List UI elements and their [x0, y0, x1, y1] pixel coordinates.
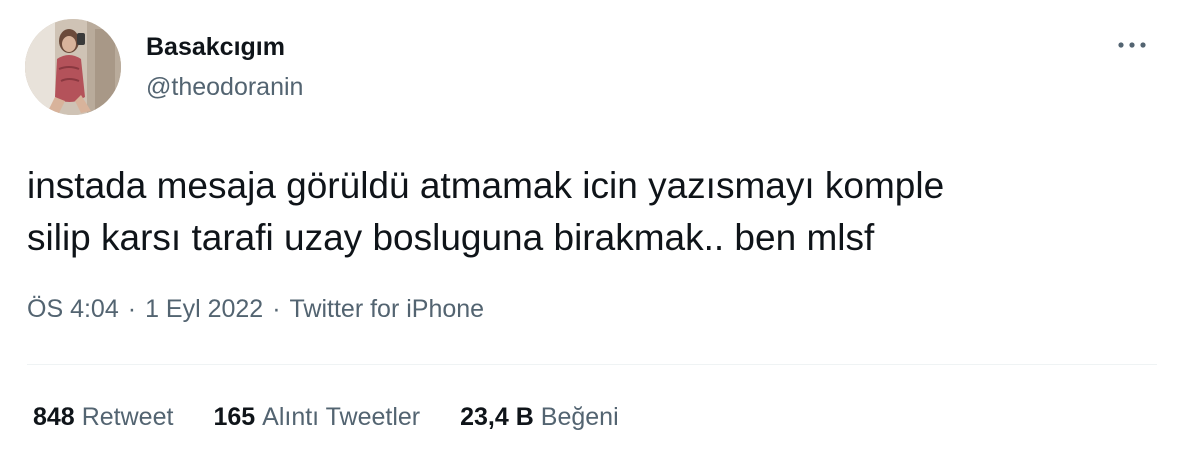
user-handle[interactable]: @theodoranin [146, 73, 303, 102]
likes-label: Beğeni [540, 403, 619, 431]
tweet-time[interactable]: ÖS 4:04 [27, 295, 119, 324]
tweet-metadata: ÖS 4:04 · 1 Eyl 2022 · Twitter for iPhone [27, 295, 484, 324]
avatar-image [25, 19, 121, 115]
display-name[interactable]: Basakcıgım [146, 33, 285, 62]
retweets-label: Retweet [81, 403, 174, 431]
divider [27, 364, 1157, 365]
tweet-stats: 848 Retweet 165 Alıntı Tweetler 23,4 B Beğe… [33, 403, 659, 432]
meta-separator: · [272, 295, 281, 323]
retweets-count: 848 [33, 403, 75, 431]
avatar[interactable] [25, 19, 121, 115]
more-options-button[interactable] [1112, 30, 1152, 60]
more-horizontal-icon [1118, 42, 1146, 48]
tweet-text: instada mesaja görüldü atmamak icin yazı… [27, 165, 945, 258]
tweet-date[interactable]: 1 Eyl 2022 [145, 295, 263, 324]
meta-separator: · [127, 295, 137, 323]
quote-tweets-stat[interactable]: 165 Alıntı Tweetler [213, 403, 420, 432]
likes-count: 23,4 B [460, 403, 534, 431]
quote-tweets-label: Alıntı Tweetler [262, 403, 421, 431]
likes-stat[interactable]: 23,4 B Beğeni [460, 403, 619, 432]
tweet-card: Basakcıgım @theodoranin instada mesaja g… [0, 0, 1184, 462]
tweet-source[interactable]: Twitter for iPhone [290, 295, 485, 324]
retweets-stat[interactable]: 848 Retweet [33, 403, 173, 432]
quote-tweets-count: 165 [213, 403, 256, 431]
